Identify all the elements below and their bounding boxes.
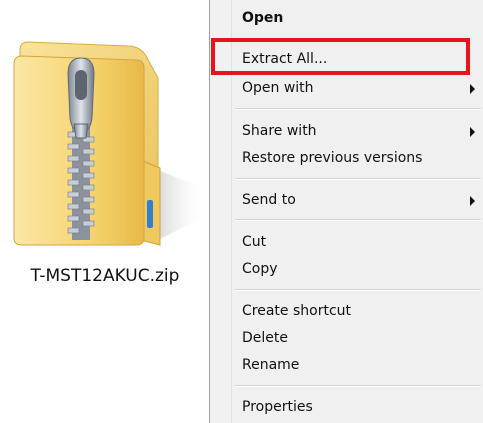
menu-item-label: Extract All... — [242, 51, 328, 67]
menu-separator — [235, 178, 481, 180]
menu-separator — [235, 385, 481, 387]
menu-item-label: Delete — [242, 330, 288, 346]
submenu-arrow-icon — [470, 127, 475, 137]
submenu-arrow-icon — [470, 196, 475, 206]
menu-item-rename[interactable]: Rename — [242, 352, 475, 378]
menu-item-properties[interactable]: Properties — [242, 394, 475, 420]
menu-item-cut[interactable]: Cut — [242, 229, 475, 255]
file-name-label[interactable]: T-MST12AKUC.zip — [0, 266, 210, 286]
menu-item-extract-all[interactable]: Extract All... — [242, 46, 475, 72]
menu-item-label: Open — [242, 10, 284, 26]
menu-item-label: Create shortcut — [242, 303, 352, 319]
menu-item-open[interactable]: Open — [242, 5, 475, 31]
menu-item-copy[interactable]: Copy — [242, 256, 475, 282]
submenu-arrow-icon — [470, 84, 475, 94]
menu-item-label: Restore previous versions — [242, 150, 423, 166]
menu-item-delete[interactable]: Delete — [242, 325, 475, 351]
menu-item-label: Properties — [242, 399, 313, 415]
menu-item-open-with[interactable]: Open with — [242, 75, 475, 101]
menu-item-send-to[interactable]: Send to — [242, 187, 475, 213]
menu-item-label: Open with — [242, 80, 314, 96]
menu-item-label: Share with — [242, 123, 317, 139]
menu-item-restore-previous-versions[interactable]: Restore previous versions — [242, 145, 475, 171]
menu-item-label: Rename — [242, 357, 300, 373]
screenshot-stage: T-MST12AKUC.zip Open Extract All... Open… — [0, 0, 483, 423]
zip-folder-icon[interactable] — [8, 40, 213, 255]
context-menu: Open Extract All... Open with Share with… — [209, 0, 483, 423]
menu-item-create-shortcut[interactable]: Create shortcut — [242, 298, 475, 324]
menu-separator — [235, 108, 481, 110]
menu-item-label: Send to — [242, 192, 296, 208]
menu-separator — [235, 219, 481, 221]
file-item[interactable]: T-MST12AKUC.zip — [0, 0, 215, 300]
menu-separator — [235, 289, 481, 291]
menu-item-share-with[interactable]: Share with — [242, 118, 475, 144]
menu-item-label: Cut — [242, 234, 267, 250]
menu-item-label: Copy — [242, 261, 278, 277]
